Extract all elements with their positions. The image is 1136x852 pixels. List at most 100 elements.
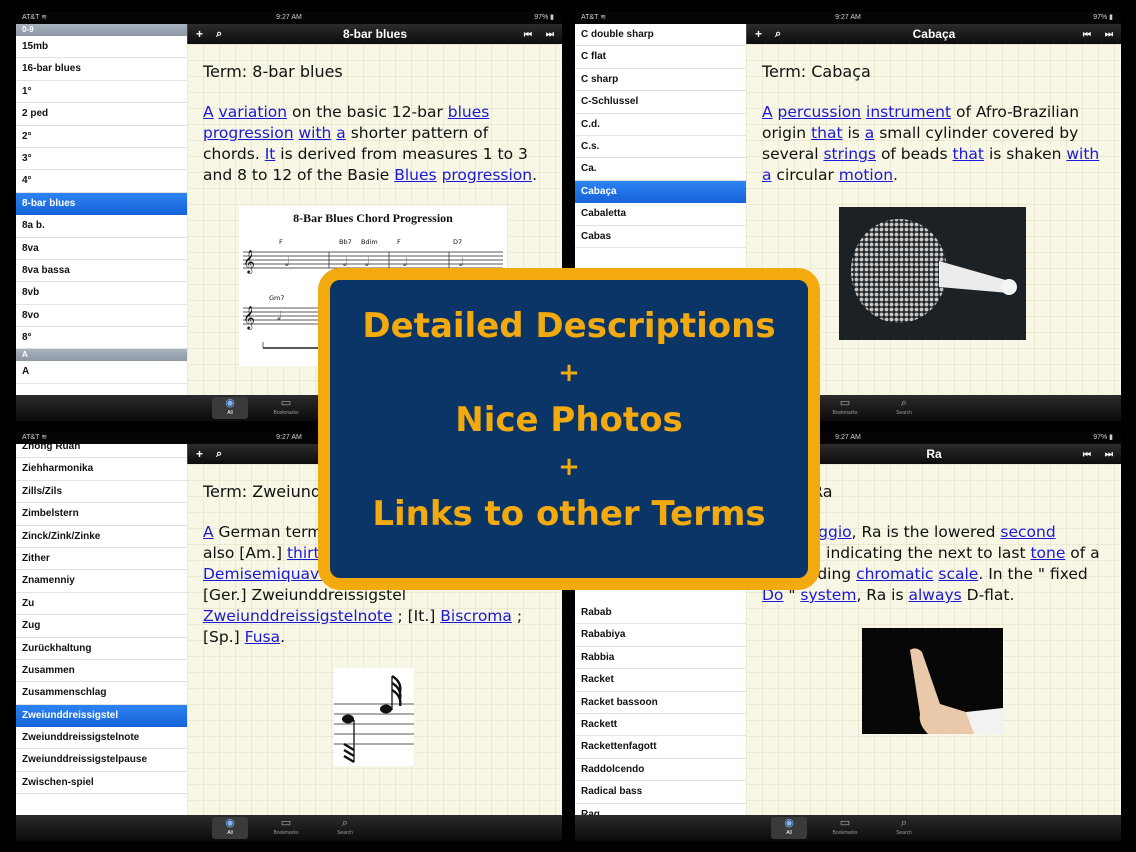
next-term-icon[interactable]: ⏭ — [1105, 24, 1113, 44]
link-instrument[interactable]: instrument — [866, 103, 951, 121]
previous-term-icon[interactable]: ⏮ — [1083, 24, 1091, 44]
list-item[interactable]: Zusammenschlag — [16, 682, 187, 705]
tab-search[interactable]: ⌕ Search — [327, 817, 363, 839]
list-item[interactable]: Zither — [16, 548, 187, 571]
list-item[interactable]: C double sharp — [575, 24, 746, 47]
list-item[interactable]: Zug — [16, 615, 187, 638]
previous-term-icon[interactable]: ⏮ — [524, 24, 532, 44]
list-item[interactable]: 8va — [16, 238, 187, 260]
list-item[interactable]: Cabaletta — [575, 203, 746, 226]
tab-bookmarks[interactable]: ▭ Bookmarks — [268, 397, 304, 419]
list-item[interactable]: 2 ped — [16, 103, 187, 126]
link-a[interactable]: a — [865, 124, 875, 142]
list-item[interactable]: C.d. — [575, 114, 746, 136]
link-a[interactable]: A — [762, 103, 773, 121]
link-with[interactable]: with — [298, 124, 331, 142]
list-item[interactable]: C sharp — [575, 69, 746, 92]
link-system[interactable]: system — [800, 586, 856, 604]
link-thirty-second[interactable]: thirt — [287, 544, 320, 562]
list-item[interactable]: Ziehharmonika — [16, 458, 187, 481]
list-item[interactable]: 8va bassa — [16, 260, 187, 283]
list-item[interactable]: 2° — [16, 126, 187, 148]
list-item[interactable]: 8vo — [16, 305, 187, 328]
link-fusa[interactable]: Fusa — [245, 628, 280, 646]
link-that[interactable]: that — [811, 124, 842, 142]
list-item-selected[interactable]: 8-bar blues — [16, 192, 187, 216]
tab-all[interactable]: ◉ All — [771, 817, 807, 839]
link-percussion[interactable]: percussion — [778, 103, 862, 121]
list-item[interactable]: Zimbelstern — [16, 503, 187, 526]
list-item[interactable]: 8vb — [16, 282, 187, 305]
link-with[interactable]: with — [1066, 145, 1099, 163]
list-item[interactable]: 8° — [16, 327, 187, 350]
list-item[interactable]: 1° — [16, 81, 187, 104]
link-a[interactable]: a — [762, 166, 772, 184]
tab-bookmarks[interactable]: ▭ Bookmarks — [827, 817, 863, 839]
link-chromatic[interactable]: chromatic — [856, 565, 933, 583]
list-item[interactable]: Zurückhaltung — [16, 638, 187, 660]
list-item[interactable]: 15mb — [16, 36, 187, 59]
previous-term-icon[interactable]: ⏮ — [1083, 444, 1091, 464]
list-item[interactable]: C-Schlussel — [575, 91, 746, 114]
tab-search[interactable]: ⌕ Search — [886, 817, 922, 839]
link-a[interactable]: A — [203, 103, 214, 121]
link-a[interactable]: a — [336, 124, 346, 142]
link-always[interactable]: always — [908, 586, 961, 604]
list-item[interactable]: 8a b. — [16, 215, 187, 238]
chord-label: F — [279, 238, 283, 246]
next-term-icon[interactable]: ⏭ — [1105, 444, 1113, 464]
link-it[interactable]: It — [265, 145, 276, 163]
list-item[interactable]: Znamenniy — [16, 570, 187, 593]
tab-search[interactable]: ⌕ Search — [886, 397, 922, 419]
list-item[interactable]: Raddolcendo — [575, 759, 746, 782]
list-item-selected[interactable]: Cabaça — [575, 180, 746, 204]
link-progression[interactable]: progression — [203, 124, 294, 142]
list-item[interactable]: Racket — [575, 669, 746, 692]
list-item[interactable]: Zusammen — [16, 660, 187, 683]
list-item[interactable]: Radical bass — [575, 781, 746, 804]
link-scale[interactable]: scale — [938, 565, 978, 583]
list-item[interactable]: Zweiunddreissigstelpause — [16, 749, 187, 772]
list-item[interactable]: Zwischen-spiel — [16, 772, 187, 795]
list-item[interactable]: C.s. — [575, 136, 746, 159]
list-item[interactable]: Zweiunddreissigstelnote — [16, 727, 187, 750]
tab-bookmarks[interactable]: ▭ Bookmarks — [827, 397, 863, 419]
list-item[interactable]: Racket bassoon — [575, 692, 746, 714]
link-a[interactable]: A — [203, 523, 214, 541]
list-item[interactable]: Rabab — [575, 602, 746, 625]
list-item[interactable]: Zinck/Zink/Zinke — [16, 526, 187, 548]
list-item[interactable]: 16-bar blues — [16, 58, 187, 81]
list-item[interactable]: Zills/Zils — [16, 481, 187, 504]
link-tone[interactable]: tone — [1030, 544, 1065, 562]
tab-bookmarks[interactable]: ▭ Bookmarks — [268, 817, 304, 839]
link-blues[interactable]: blues — [448, 103, 490, 121]
next-term-icon[interactable]: ⏭ — [546, 24, 554, 44]
list-item[interactable]: Rackettenfagott — [575, 736, 746, 759]
list-item[interactable]: A — [16, 361, 187, 384]
link-variation[interactable]: variation — [219, 103, 288, 121]
list-item[interactable]: C flat — [575, 46, 746, 69]
page-title: 8-bar blues — [342, 27, 408, 41]
link-demisemiquaver[interactable]: Demisemiquave — [203, 565, 329, 583]
list-item[interactable]: 4° — [16, 170, 187, 193]
list-item[interactable]: Rackett — [575, 714, 746, 737]
list-item-selected[interactable]: Zweiunddreissigstel — [16, 704, 187, 728]
tab-all[interactable]: ◉ All — [212, 397, 248, 419]
link-blues[interactable]: Blues — [394, 166, 436, 184]
list-item[interactable]: 3° — [16, 148, 187, 171]
list-item[interactable]: Zu — [16, 593, 187, 616]
list-item[interactable]: Zhong Ruan — [16, 444, 187, 459]
link-progression[interactable]: progression — [442, 166, 533, 184]
link-strings[interactable]: strings — [823, 145, 876, 163]
list-item[interactable]: Rababiya — [575, 624, 746, 647]
list-item[interactable]: Ca. — [575, 158, 746, 181]
link-second[interactable]: second — [1000, 523, 1055, 541]
link-that[interactable]: that — [953, 145, 984, 163]
tab-all[interactable]: ◉ All — [212, 817, 248, 839]
link-motion[interactable]: motion — [839, 166, 893, 184]
link-zweiunddreissigstelnote[interactable]: Zweiunddreissigstelnote — [203, 607, 393, 625]
list-item[interactable]: Rabbia — [575, 647, 746, 670]
link-biscroma[interactable]: Biscroma — [440, 607, 512, 625]
list-item[interactable]: Cabas — [575, 226, 746, 248]
list-item[interactable]: Rag — [575, 804, 746, 815]
